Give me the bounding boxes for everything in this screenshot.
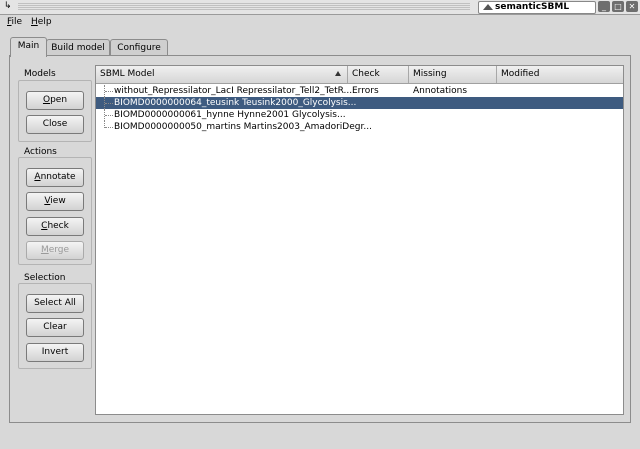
tab-configure[interactable]: Configure bbox=[110, 39, 168, 56]
column-header-check-errors[interactable]: Check Errors bbox=[348, 66, 409, 96]
clear-button[interactable]: Clear bbox=[26, 318, 84, 337]
window-title: semanticSBML bbox=[495, 2, 570, 12]
column-header-missing-annotations[interactable]: Missing Annotations bbox=[409, 66, 497, 96]
column-header-modified[interactable]: Modified bbox=[497, 66, 623, 83]
column-header-sbml-model[interactable]: SBML Model bbox=[96, 66, 348, 83]
open-button[interactable]: Open bbox=[26, 91, 84, 110]
tree-branch-line bbox=[104, 97, 113, 109]
tree-branch-line bbox=[104, 109, 113, 121]
selection-group-label: Selection bbox=[24, 273, 66, 283]
maximize-icon[interactable]: □ bbox=[612, 1, 624, 12]
menu-help[interactable]: Help bbox=[31, 17, 52, 27]
menu-file[interactable]: File bbox=[7, 17, 22, 27]
view-button[interactable]: View bbox=[26, 192, 84, 211]
minimize-icon[interactable]: _ bbox=[598, 1, 610, 12]
select-all-button[interactable]: Select All bbox=[26, 294, 84, 313]
app-menu-icon[interactable]: ↳ bbox=[4, 2, 13, 11]
tree-branch-line bbox=[104, 85, 113, 97]
annotate-button[interactable]: Annotate bbox=[26, 168, 84, 187]
close-icon[interactable]: ✕ bbox=[626, 1, 638, 12]
list-header: SBML Model Check Errors Missing Annotati… bbox=[96, 66, 623, 96]
menu-bar: File Help bbox=[0, 15, 640, 31]
tree-branch-line bbox=[104, 121, 113, 128]
app-logo-icon bbox=[483, 4, 493, 10]
merge-button[interactable]: Merge bbox=[26, 241, 84, 260]
model-list[interactable]: SBML Model Check Errors Missing Annotati… bbox=[95, 65, 624, 415]
models-group-label: Models bbox=[24, 69, 56, 79]
title-bar[interactable]: ↳ semanticSBML _ □ ✕ bbox=[0, 0, 640, 15]
list-item[interactable]: BIOMD0000000050_martins Martins2003_Amad… bbox=[96, 121, 623, 133]
tab-build-model[interactable]: Build model bbox=[46, 39, 110, 56]
invert-button[interactable]: Invert bbox=[26, 343, 84, 362]
list-item[interactable]: BIOMD0000000061_hynne Hynne2001 Glycolys… bbox=[96, 109, 623, 121]
list-item[interactable]: without_Repressilator_LacI Repressilator… bbox=[96, 85, 623, 97]
actions-group-label: Actions bbox=[24, 147, 57, 157]
check-button[interactable]: Check bbox=[26, 217, 84, 236]
sort-ascending-icon bbox=[335, 71, 341, 76]
title-bar-stripes bbox=[18, 3, 470, 11]
tab-main[interactable]: Main bbox=[10, 37, 47, 57]
window-title-box: semanticSBML bbox=[478, 1, 596, 14]
list-item-selected[interactable]: BIOMD0000000064_teusink Teusink2000_Glyc… bbox=[96, 97, 623, 109]
close-button[interactable]: Close bbox=[26, 115, 84, 134]
